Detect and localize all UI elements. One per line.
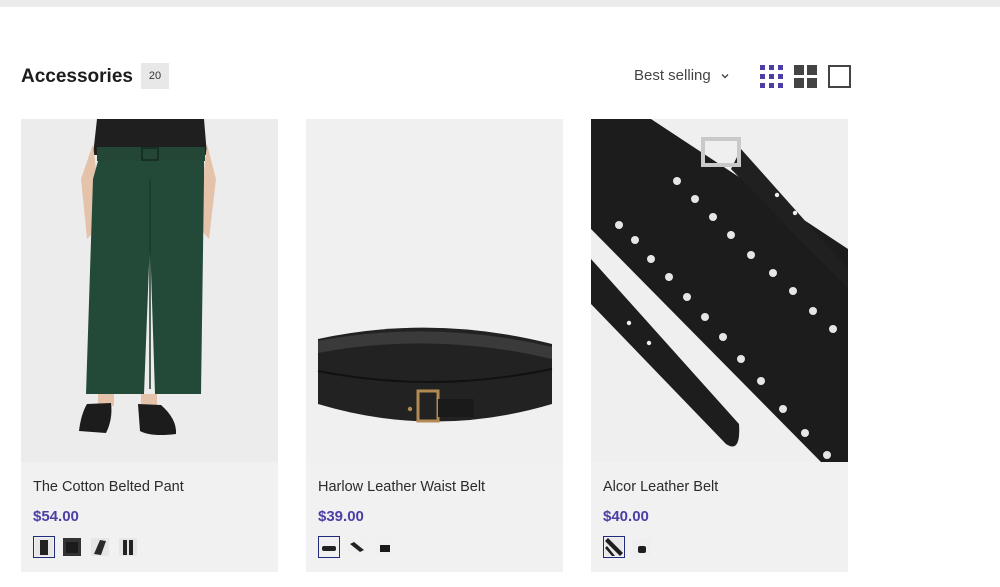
product-count-badge: 20 [141, 63, 169, 89]
product-name[interactable]: Alcor Leather Belt [603, 479, 718, 495]
list-view-icon[interactable] [828, 65, 851, 88]
swatch-thumbnail[interactable] [318, 536, 340, 558]
product-image-studded-belt[interactable] [591, 119, 848, 462]
swatch-thumbnail[interactable] [603, 536, 625, 558]
swatch-thumbnail[interactable] [117, 536, 139, 558]
top-divider-bar [0, 0, 1000, 7]
swatch-thumbnail[interactable] [374, 536, 396, 558]
swatch-thumbnail[interactable] [61, 536, 83, 558]
product-price: $40.00 [603, 508, 649, 525]
swatch-thumbnail[interactable] [89, 536, 111, 558]
product-image-pant[interactable] [21, 119, 278, 462]
chevron-down-icon [721, 73, 729, 78]
product-grid: The Cotton Belted Pant $54.00 Harlow Lea… [21, 119, 848, 572]
swatch-list [603, 536, 653, 558]
swatch-thumbnail[interactable] [631, 536, 653, 558]
product-name[interactable]: Harlow Leather Waist Belt [318, 479, 485, 495]
product-image-waist-belt[interactable] [306, 119, 563, 462]
large-grid-icon[interactable] [794, 65, 817, 88]
product-card[interactable]: Harlow Leather Waist Belt $39.00 [306, 119, 563, 572]
product-name[interactable]: The Cotton Belted Pant [33, 479, 184, 495]
view-toggle-group [760, 65, 851, 88]
product-price: $39.00 [318, 508, 364, 525]
swatch-thumbnail[interactable] [33, 536, 55, 558]
collection-header: Accessories 20 Best selling [21, 62, 851, 92]
product-price: $54.00 [33, 508, 79, 525]
product-card[interactable]: The Cotton Belted Pant $54.00 [21, 119, 278, 572]
swatch-list [318, 536, 396, 558]
swatch-thumbnail[interactable] [346, 536, 368, 558]
swatch-list [33, 536, 139, 558]
sort-dropdown[interactable]: Best selling [634, 67, 730, 84]
product-card[interactable]: Alcor Leather Belt $40.00 [591, 119, 848, 572]
collection-title: Accessories [21, 66, 133, 87]
sort-label: Best selling [634, 67, 711, 84]
small-grid-icon[interactable] [760, 65, 783, 88]
